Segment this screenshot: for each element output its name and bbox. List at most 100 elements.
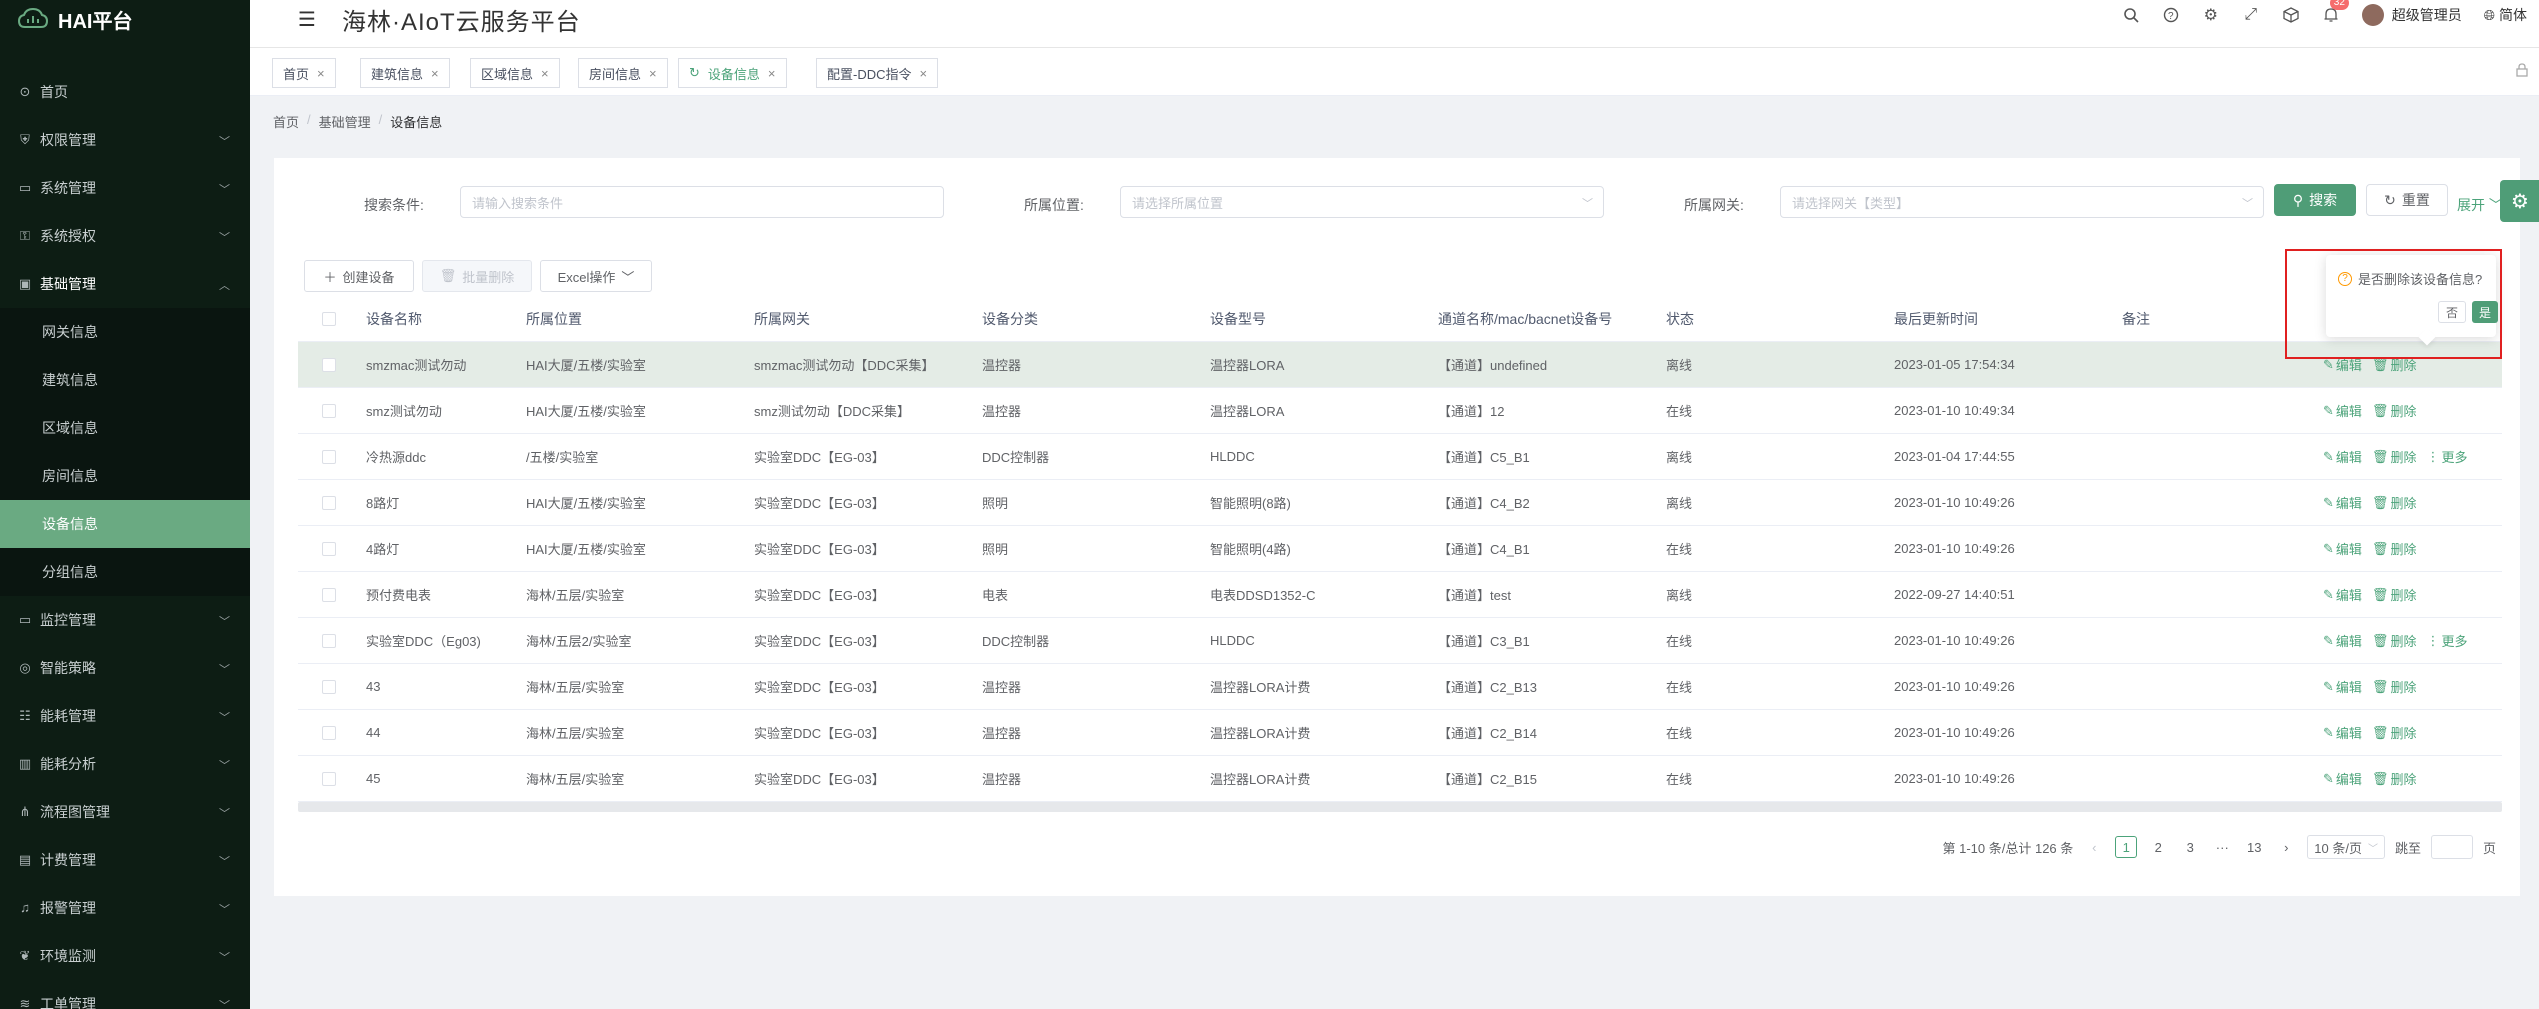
language-switch[interactable]: 🌐︎ 简体 [2484,5,2527,25]
close-icon[interactable]: × [431,66,439,81]
page-button[interactable]: 3 [2179,836,2201,858]
expand-toggle[interactable]: 展开 ﹀ [2457,195,2503,215]
help-icon[interactable]: ? [2162,6,2180,24]
close-icon[interactable]: × [768,66,776,81]
close-icon[interactable]: × [317,66,325,81]
next-page-icon[interactable]: › [2275,836,2297,858]
package-icon[interactable] [2282,6,2300,24]
tab-item[interactable]: 配置-DDC指令 × [816,58,939,88]
tab-item[interactable]: 首页 × [272,58,336,88]
delete-link[interactable]: 🗑︎ 删除 [2372,631,2417,650]
sidebar-item[interactable]: ☷ 能耗管理 ﹀ [0,692,250,740]
table-row[interactable]: 43 海林/五层/实验室 实验室DDC【EG-03】 温控器 温控器LORA计费 【通道】… [298,664,2502,710]
settings-drawer-icon[interactable]: ⚙ [2500,180,2539,222]
table-row[interactable]: smz测试勿动 HAI大厦/五楼/实验室 smz测试勿动【DDC采集】 温控器 温控器L… [298,388,2502,434]
more-link[interactable]: ⋮ 更多 [2426,631,2467,650]
fullscreen-icon[interactable]: ⤢ [2242,6,2260,24]
breadcrumb-item[interactable]: 首页 [273,112,299,131]
sidebar-subitem[interactable]: 分组信息 [0,548,250,596]
reset-button[interactable]: ↻ 重置 [2366,184,2448,216]
jump-page-input[interactable] [2430,835,2473,859]
row-checkbox[interactable] [322,771,336,786]
edit-link[interactable]: ✎ 编辑 [2323,493,2362,512]
batch-delete-button[interactable]: 🗑︎ 批量删除 [422,260,532,292]
sidebar-item[interactable]: ⛨ 权限管理 ﹀ [0,116,250,164]
close-icon[interactable]: × [649,66,657,81]
search-icon[interactable] [2122,6,2140,24]
sidebar-item[interactable]: ▥ 能耗分析 ﹀ [0,740,250,788]
row-checkbox[interactable] [322,679,336,694]
tab-item[interactable]: 建筑信息 × [360,58,450,88]
page-size-select[interactable]: 10 条/页 ﹀ [2307,835,2385,859]
excel-dropdown-button[interactable]: Excel操作 ﹀ [540,260,652,292]
sidebar-item[interactable]: ⚿ 系统授权 ﹀ [0,212,250,260]
edit-link[interactable]: ✎ 编辑 [2323,677,2362,696]
prev-page-icon[interactable]: ‹ [2083,836,2105,858]
delete-link[interactable]: 🗑︎ 删除 [2372,539,2417,558]
edit-link[interactable]: ✎ 编辑 [2323,539,2362,558]
create-device-button[interactable]: ＋ 创建设备 [304,260,414,292]
page-button[interactable]: 13 [2243,836,2265,858]
delete-link[interactable]: 🗑︎ 删除 [2372,447,2417,466]
brand-logo[interactable]: HAI平台 [0,0,250,38]
row-checkbox[interactable] [322,725,336,740]
settings-icon[interactable]: ⚙ [2202,6,2220,24]
search-condition-input[interactable]: 请输入搜索条件 [460,186,944,218]
row-checkbox[interactable] [322,403,336,418]
tab-item[interactable]: 区域信息 × [470,58,560,88]
edit-link[interactable]: ✎ 编辑 [2323,401,2362,420]
sidebar-subitem[interactable]: 区域信息 [0,404,250,452]
sidebar-item[interactable]: ⋔ 流程图管理 ﹀ [0,788,250,836]
sidebar-item[interactable]: ⊙ 首页 [0,68,250,116]
delete-link[interactable]: 🗑︎ 删除 [2372,401,2417,420]
table-row[interactable]: 冷热源ddc/五楼/实验室 实验室DDC【EG-03】 DDC控制器 HLDDC 【通道… [298,434,2502,480]
edit-link[interactable]: ✎ 编辑 [2323,447,2362,466]
bell-icon[interactable]: 32 [2322,0,2349,24]
page-ellipsis[interactable]: ··· [2211,836,2233,858]
table-row[interactable]: 预付费电表 海林/五层/实验室 实验室DDC【EG-03】 电表 电表DDSD1352-… [298,572,2502,618]
sidebar-item[interactable]: ≋ 工单管理 ﹀ [0,980,250,1009]
sidebar-item[interactable]: ▭ 监控管理 ﹀ [0,596,250,644]
sidebar-item[interactable]: ▣ 基础管理 ︿ [0,260,250,308]
more-link[interactable]: ⋮ 更多 [2426,447,2467,466]
sidebar-item[interactable]: ♫ 报警管理 ﹀ [0,884,250,932]
row-checkbox[interactable] [322,633,336,648]
sidebar-subitem[interactable]: 网关信息 [0,308,250,356]
edit-link[interactable]: ✎ 编辑 [2323,769,2362,788]
sidebar-item[interactable]: ▤ 计费管理 ﹀ [0,836,250,884]
sidebar-subitem[interactable]: 设备信息 [0,500,250,548]
search-button[interactable]: ⚲ 搜索 [2274,184,2356,216]
sidebar-subitem[interactable]: 建筑信息 [0,356,250,404]
delete-link[interactable]: 🗑︎ 删除 [2372,769,2417,788]
gateway-select[interactable]: 请选择网关【类型】 ﹀ [1780,186,2264,218]
table-row[interactable]: 8路灯 HAI大厦/五楼/实验室 实验室DDC【EG-03】 照明 智能照明(8路) 【通… [298,480,2502,526]
row-checkbox[interactable] [322,449,336,464]
lock-icon[interactable] [2515,63,2529,80]
user-menu[interactable]: 超级管理员 [2361,4,2462,26]
row-checkbox[interactable] [322,587,336,602]
horizontal-scrollbar[interactable] [298,802,2502,812]
row-checkbox[interactable] [322,357,336,372]
location-select[interactable]: 请选择所属位置 ﹀ [1120,186,1604,218]
tab-item[interactable]: ↻ 设备信息 × [678,58,787,88]
select-all-checkbox[interactable] [322,311,336,326]
sidebar-item[interactable]: ▭ 系统管理 ﹀ [0,164,250,212]
delete-link[interactable]: 🗑︎ 删除 [2372,493,2417,512]
breadcrumb-item[interactable]: 基础管理 [319,112,371,131]
delete-link[interactable]: 🗑︎ 删除 [2372,677,2417,696]
edit-link[interactable]: ✎ 编辑 [2323,631,2362,650]
page-button[interactable]: 2 [2147,836,2169,858]
table-row[interactable]: 实验室DDC（Eg03) 海林/五层2/实验室 实验室DDC【EG-03】 DDC控制… [298,618,2502,664]
sidebar-item[interactable]: ◎ 智能策略 ﹀ [0,644,250,692]
edit-link[interactable]: ✎ 编辑 [2323,585,2362,604]
sidebar-item[interactable]: ❦ 环境监测 ﹀ [0,932,250,980]
close-icon[interactable]: × [541,66,549,81]
collapse-menu-icon[interactable]: ☰ [298,7,316,32]
table-row[interactable]: 44 海林/五层/实验室 实验室DDC【EG-03】 温控器 温控器LORA计费 【通道】… [298,710,2502,756]
table-row[interactable]: 4路灯 HAI大厦/五楼/实验室 实验室DDC【EG-03】 照明 智能照明(4路) 【通… [298,526,2502,572]
table-row[interactable]: 45 海林/五层/实验室 实验室DDC【EG-03】 温控器 温控器LORA计费 【通道】… [298,756,2502,802]
delete-link[interactable]: 🗑︎ 删除 [2372,723,2417,742]
edit-link[interactable]: ✎ 编辑 [2323,723,2362,742]
page-button[interactable]: 1 [2115,836,2138,858]
row-checkbox[interactable] [322,495,336,510]
